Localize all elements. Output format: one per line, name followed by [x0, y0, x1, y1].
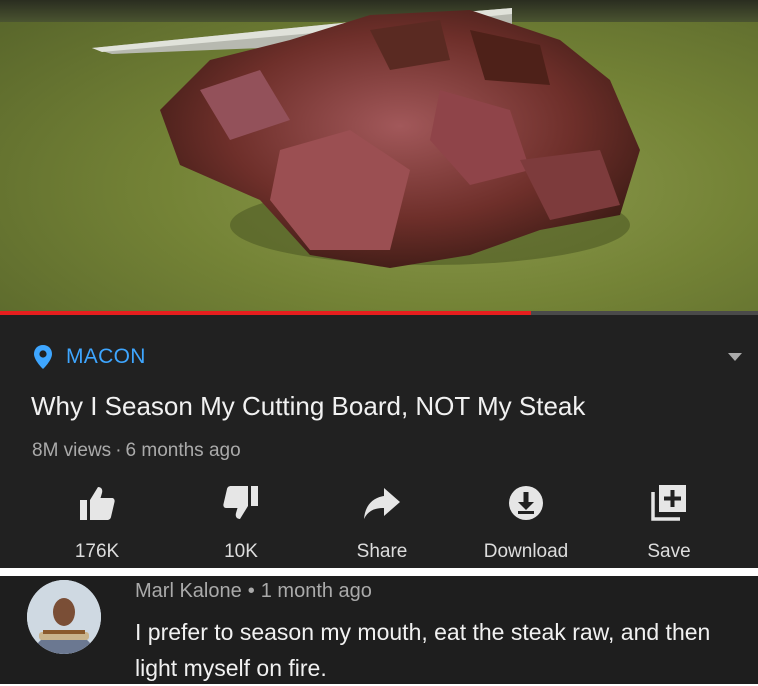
location-label: MACON: [66, 345, 146, 368]
share-button[interactable]: Share: [322, 483, 442, 563]
share-icon: [364, 488, 400, 519]
comment-text: I prefer to season my mouth, eat the ste…: [135, 619, 711, 681]
like-button[interactable]: 176K: [37, 483, 157, 563]
dislike-button[interactable]: 10K: [181, 483, 301, 563]
video-title: Why I Season My Cutting Board, NOT My St…: [31, 391, 586, 421]
thumbs-up-icon: [80, 487, 115, 520]
share-label: Share: [356, 541, 408, 562]
download-icon: [509, 486, 543, 520]
expand-description-icon[interactable]: [728, 353, 742, 361]
view-count: 8M views: [32, 440, 112, 461]
section-divider: [0, 568, 758, 576]
video-meta: 8M views · 6 months ago: [32, 440, 241, 462]
like-count: 176K: [74, 541, 120, 562]
comment-separator: •: [247, 580, 255, 602]
upload-age: 6 months ago: [125, 440, 241, 461]
comment-header: Marl Kalone • 1 month ago: [135, 580, 372, 603]
download-button[interactable]: Download: [466, 483, 586, 563]
save-to-playlist-icon: [651, 485, 686, 521]
avatar[interactable]: [27, 580, 101, 654]
video-player[interactable]: [0, 0, 758, 312]
dislike-count: 10K: [224, 541, 258, 562]
download-label: Download: [483, 541, 569, 562]
meta-separator: ·: [115, 440, 122, 461]
comment-author[interactable]: Marl Kalone: [135, 580, 242, 602]
comment-age: 1 month ago: [260, 580, 372, 602]
location-link[interactable]: MACON: [32, 344, 146, 370]
save-button[interactable]: Save: [609, 483, 729, 563]
comment-item: Marl Kalone • 1 month ago I prefer to seas…: [0, 576, 758, 684]
avatar-image: [27, 580, 101, 654]
location-pin-icon: [34, 345, 52, 369]
steak-image: [160, 10, 640, 268]
video-actions: 176K 10K Share Download Save: [0, 483, 758, 568]
save-label: Save: [647, 541, 691, 562]
video-info-panel: MACON Why I Season My Cutting Board, NOT…: [0, 315, 758, 568]
thumbs-down-icon: [223, 486, 258, 519]
